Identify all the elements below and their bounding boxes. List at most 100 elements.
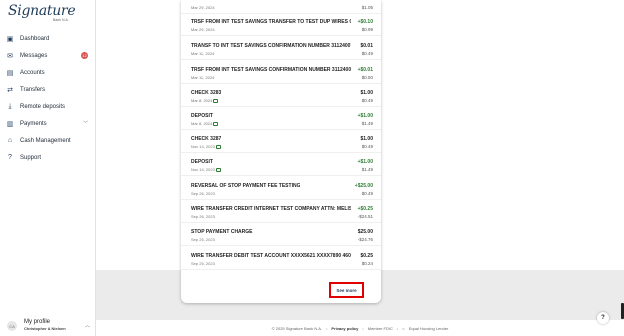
transaction-balance: -$24.76 xyxy=(357,237,373,242)
transaction-description: TRANSF TO INT TEST SAVINGS CONFIRMATION … xyxy=(191,43,351,49)
footer-separator: • xyxy=(326,325,328,331)
avatar: CA xyxy=(7,321,17,331)
transaction-date: Nov 14, 2023 xyxy=(191,167,221,172)
chevron-down-icon: ﹀ xyxy=(83,121,89,127)
equal-housing-icon: ⌂ xyxy=(402,325,405,331)
sidebar-item-label: Transfers xyxy=(20,86,46,93)
transaction-date: Sep 26, 2023 xyxy=(191,214,215,219)
bank-logo[interactable]: Signature Bank N.A. xyxy=(8,2,88,24)
transaction-row[interactable]: TRSF FROM INT TEST SAVINGS CONFIRMATION … xyxy=(181,62,381,84)
transaction-balance: $0.49 xyxy=(361,191,373,196)
transaction-amount: +$25.00 xyxy=(354,183,373,189)
transaction-date-text: Sep 25, 2023 xyxy=(191,237,215,242)
transaction-date: Mar 29, 2024 xyxy=(191,27,215,32)
see-more-button[interactable]: See more xyxy=(329,282,364,298)
payments-icon: ▥ xyxy=(6,120,14,128)
transaction-row[interactable]: CHECK 3283 Mar 8, 2024 $1.00 $0.49 xyxy=(181,85,381,107)
transaction-description: TRSF FROM INT TEST SAVINGS CONFIRMATION … xyxy=(191,67,351,73)
footer-separator: • xyxy=(396,325,399,331)
transaction-description: REVERSAL OF STOP PAYMENT FEE TESTING xyxy=(191,183,301,189)
sidebar-item-label: Remote deposits xyxy=(20,103,66,110)
transaction-amount: $0.25 xyxy=(360,253,373,259)
transaction-date-text: Nov 14, 2023 xyxy=(191,144,215,149)
transaction-date-text: Mar 11, 2024 xyxy=(191,51,215,56)
transaction-date: Sep 26, 2023 xyxy=(191,191,215,196)
footer-copyright: © 2025 Signature Bank N.A. xyxy=(271,325,323,331)
transaction-description: WIRE TRANSFER CREDIT INTERNET TEST COMPA… xyxy=(191,206,351,212)
sidebar-item-transfers[interactable]: ⇄ Transfers xyxy=(0,81,96,98)
sidebar: Signature Bank N.A. ▣ Dashboard ✉ Messages 1… xyxy=(0,0,96,336)
footer-separator: • xyxy=(362,325,364,331)
sidebar-item-label: Accounts xyxy=(20,69,45,76)
transaction-amount: +$0.01 xyxy=(357,67,373,73)
transaction-balance: $0.50 xyxy=(361,75,373,80)
deposit-icon: ⤓ xyxy=(8,102,12,110)
transaction-date: Nov 14, 2023 xyxy=(191,144,221,149)
transaction-row[interactable]: STOP PAYMENT CHARGE Sep 25, 2023 $25.00 -$2… xyxy=(181,224,381,246)
help-circle-icon: ? xyxy=(8,154,12,161)
transaction-row[interactable]: WIRE TRANSFER CREDIT INTERNET TEST COMPA… xyxy=(181,201,381,223)
transaction-balance: $0.49 xyxy=(361,98,373,103)
sidebar-item-payments[interactable]: ▥ Payments ﹀ xyxy=(0,115,96,132)
transaction-amount: +$1.00 xyxy=(357,113,373,119)
sidebar-item-dashboard[interactable]: ▣ Dashboard xyxy=(0,30,96,47)
transaction-balance: -$24.51 xyxy=(357,214,373,219)
transaction-amount: $1.00 xyxy=(360,90,373,96)
transaction-balance: $0.49 xyxy=(361,51,373,56)
sidebar-item-label: Dashboard xyxy=(20,35,50,42)
profile-menu[interactable]: CA My profile Christopher A Nielsen ︿ xyxy=(0,314,96,336)
sidebar-nav: ▣ Dashboard ✉ Messages 12 ▤ Accounts ⇄ Transfers… xyxy=(0,30,96,166)
transaction-date-text: Sep 26, 2023 xyxy=(191,191,215,196)
transaction-balance: $1.49 xyxy=(361,167,373,172)
transaction-row[interactable]: Mar 29, 2024 $1.05 xyxy=(181,0,381,14)
transaction-row[interactable]: TRANSF TO INT TEST SAVINGS CONFIRMATION … xyxy=(181,38,381,60)
profile-title: My profile xyxy=(24,319,51,325)
check-image-icon[interactable] xyxy=(215,167,221,172)
logo-subtitle: Bank N.A. xyxy=(53,18,69,22)
footer: © 2025 Signature Bank N.A. • Privacy pol… xyxy=(96,320,624,336)
check-image-icon[interactable] xyxy=(213,98,219,103)
transaction-amount: +$0.25 xyxy=(357,206,373,212)
mail-icon: ✉ xyxy=(7,52,13,60)
transaction-balance: $0.24 xyxy=(361,261,373,266)
transaction-balance: $0.49 xyxy=(361,144,373,149)
transaction-row[interactable]: DEPOSIT Nov 14, 2023 +$1.00 $1.49 xyxy=(181,154,381,176)
check-image-icon[interactable] xyxy=(215,144,221,149)
transaction-description: WIRE TRANSFER DEBIT TEST ACCOUNT XXXX562… xyxy=(191,253,351,259)
transaction-row[interactable]: REVERSAL OF STOP PAYMENT FEE TESTING Sep … xyxy=(181,178,381,200)
transaction-description: TRSF FROM INT TEST SAVINGS TRANSFER TO T… xyxy=(191,19,351,25)
check-image-icon[interactable] xyxy=(213,121,219,126)
sidebar-item-support[interactable]: ? Support xyxy=(0,149,96,166)
profile-name: Christopher A Nielsen xyxy=(24,326,66,331)
transaction-row[interactable]: DEPOSIT Mar 8, 2024 +$1.00 $1.49 xyxy=(181,108,381,130)
transaction-date-text: Mar 29, 2024 xyxy=(191,5,215,10)
unread-badge: 12 xyxy=(81,52,88,59)
sidebar-item-label: Cash Management xyxy=(20,137,71,144)
help-button[interactable]: ? xyxy=(597,312,609,324)
transaction-amount: +$1.00 xyxy=(357,159,373,165)
sidebar-item-label: Payments xyxy=(20,120,47,127)
transaction-amount: $1.00 xyxy=(360,136,373,142)
transaction-description: DEPOSIT xyxy=(191,113,213,119)
privacy-policy-link[interactable]: Privacy policy xyxy=(331,326,358,331)
transaction-row[interactable]: WIRE TRANSFER DEBIT TEST ACCOUNT XXXX562… xyxy=(181,248,381,270)
transaction-date: Sep 25, 2023 xyxy=(191,261,215,266)
transaction-row[interactable]: TRSF FROM INT TEST SAVINGS TRANSFER TO T… xyxy=(181,14,381,36)
footer-ehl: Equal Housing Lender xyxy=(408,325,449,331)
scrollbar[interactable] xyxy=(620,0,624,320)
transaction-date: Mar 29, 2024 xyxy=(191,5,215,10)
logo-wordmark: Signature xyxy=(8,3,76,19)
sidebar-item-accounts[interactable]: ▤ Accounts xyxy=(0,64,96,81)
sidebar-item-cash-management[interactable]: ⌂ Cash Management xyxy=(0,132,96,149)
sidebar-item-remote-deposits[interactable]: ⤓ Remote deposits xyxy=(0,98,96,115)
transaction-date-text: Sep 26, 2023 xyxy=(191,214,215,219)
transaction-date-text: Mar 29, 2024 xyxy=(191,27,215,32)
transaction-date: Mar 8, 2024 xyxy=(191,121,219,126)
transaction-description: DEPOSIT xyxy=(191,159,213,165)
transaction-row[interactable]: CHECK 3287 Nov 14, 2023 $1.00 $0.49 xyxy=(181,131,381,153)
chevron-up-icon: ︿ xyxy=(85,323,91,329)
footer-fdic: Member FDIC xyxy=(367,325,393,331)
transaction-date: Mar 8, 2024 xyxy=(191,98,219,103)
sidebar-item-messages[interactable]: ✉ Messages 12 xyxy=(0,47,96,64)
transaction-balance: $1.49 xyxy=(361,121,373,126)
